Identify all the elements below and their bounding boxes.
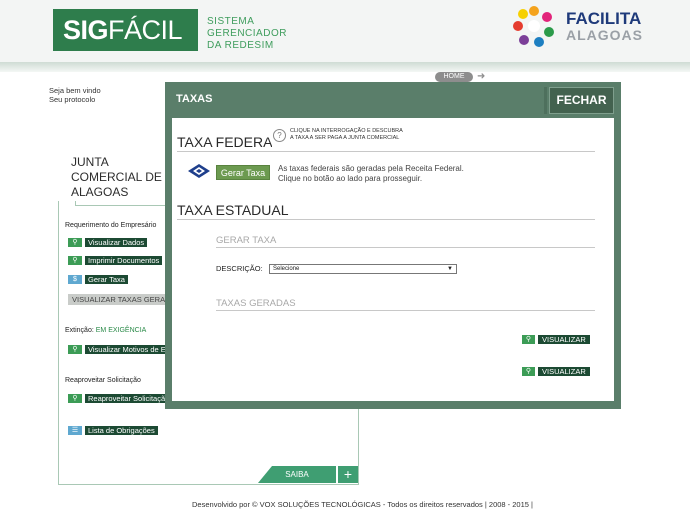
logo-light-text: FÁCIL [108,14,183,45]
search-icon: ⚲ [68,256,82,265]
visualizar-taxas-button[interactable]: VISUALIZAR TAXAS GERADAS [68,294,165,305]
tagline-line-2: DA REDESIM [207,40,274,51]
plus-icon[interactable]: + [338,466,358,483]
help-line-2: A TAXA A SER PAGA A JUNTA COMERCIAL [290,134,400,141]
search-icon: ⚲ [68,238,82,247]
panel-notch [58,201,76,206]
imprimir-documentos-label: Imprimir Documentos [85,256,163,265]
org-title: JUNTA COMERCIAL DE ALAGOAS [71,155,162,199]
imprimir-documentos-button[interactable]: ⚲ Imprimir Documentos [68,256,163,265]
visualizar-label-2: VISUALIZAR [538,367,590,376]
arrow-right-icon[interactable]: ➜ [477,72,495,82]
chevron-down-icon: ▼ [447,266,453,272]
search-icon: ⚲ [68,394,82,403]
facilita-wordmark: FACILITA ALAGOAS [566,10,643,43]
reaproveitar-label: Reaproveitar Solicitação [85,394,173,403]
help-line-1: CLIQUE NA INTERROGAÇÃO E DESCUBRA [290,128,403,134]
visualizar-button-1[interactable]: ⚲ VISUALIZAR [522,335,590,344]
facilita-line-2: ALAGOAS [566,27,643,43]
section-requerimento: Requerimento do Empresário [65,222,157,229]
header: SIG FÁCIL SISTEMA GERENCIADOR DA REDESIM … [0,0,690,62]
taxas-geradas-subheading: TAXAS GERADAS [216,298,296,309]
logo-bold-text: SIG [63,14,109,45]
tagline: SISTEMA GERENCIADOR DA REDESIM [207,16,337,52]
fechar-button[interactable]: FECHAR [549,87,614,114]
gerar-taxa-button[interactable]: $ Gerar Taxa [68,275,128,284]
taxa-estadual-rule [177,219,595,220]
footer: Desenvolvido por © VOX SOLUÇÕES TECNOLÓG… [192,500,533,509]
modal-header-divider [544,87,547,114]
extincao-label: Extinção: [65,327,94,334]
lista-obrigacoes-label: Lista de Obrigações [85,426,158,435]
facilita-logo-icon [513,6,554,47]
help-question-icon[interactable]: ? [273,129,286,142]
descricao-label: DESCRIÇÃO: [216,264,263,273]
visualizar-dados-label: Visualizar Dados [85,238,148,247]
gerar-taxa-rule [216,247,595,248]
section-reaproveitar: Reaproveitar Solicitação [65,377,141,384]
search-icon: ⚲ [68,345,82,354]
dollar-icon: $ [68,275,82,284]
home-button[interactable]: HOME [435,72,473,82]
search-icon: ⚲ [522,335,535,344]
visualizar-label-1: VISUALIZAR [538,335,590,344]
header-band [0,62,690,72]
search-icon: ⚲ [522,367,535,376]
taxas-geradas-rule [216,310,595,311]
rf-note-line-2: Clique no botão ao lado para prosseguir. [278,174,423,183]
modal-title: TAXAS [176,93,213,105]
extincao-status: Extinção: EM EXIGÊNCIA [65,327,146,334]
receita-federal-icon [188,164,210,178]
rf-note-line-1: As taxas federais são geradas pela Recei… [278,164,464,173]
modal-body [172,118,614,401]
lista-obrigacoes-button[interactable]: ☰ Lista de Obrigações [68,426,158,435]
welcome-text: Seja bem vindo [49,86,101,95]
sigfacil-logo[interactable]: SIG FÁCIL [53,9,198,51]
visualizar-dados-button[interactable]: ⚲ Visualizar Dados [68,238,148,247]
gerar-taxa-federal-button[interactable]: Gerar Taxa [216,165,270,180]
reaproveitar-button[interactable]: ⚲ Reaproveitar Solicitação [68,394,173,403]
taxa-federal-heading: TAXA FEDERAL [177,134,281,150]
gerar-taxa-subheading: GERAR TAXA [216,235,277,246]
page: SIG FÁCIL SISTEMA GERENCIADOR DA REDESIM … [0,0,690,514]
list-icon: ☰ [68,426,82,435]
gerar-taxa-label: Gerar Taxa [85,275,128,284]
descricao-value: Selecione [273,266,300,272]
protocol-text[interactable]: Seu protocolo [49,95,101,104]
welcome-block: Seja bem vindo Seu protocolo [49,86,101,104]
extincao-status-value: EM EXIGÊNCIA [95,327,147,334]
taxa-federal-rule [177,151,595,152]
descricao-select[interactable]: Selecione ▼ [269,264,457,274]
tagline-line-1: SISTEMA GERENCIADOR [207,16,287,39]
help-hint: CLIQUE NA INTERROGAÇÃO E DESCUBRA A TAXA… [290,128,410,141]
receita-federal-note: As taxas federais são geradas pela Recei… [278,164,464,184]
visualizar-button-2[interactable]: ⚲ VISUALIZAR [522,367,590,376]
taxa-estadual-heading: TAXA ESTADUAL [177,202,289,218]
facilita-line-1: FACILITA [566,9,642,28]
